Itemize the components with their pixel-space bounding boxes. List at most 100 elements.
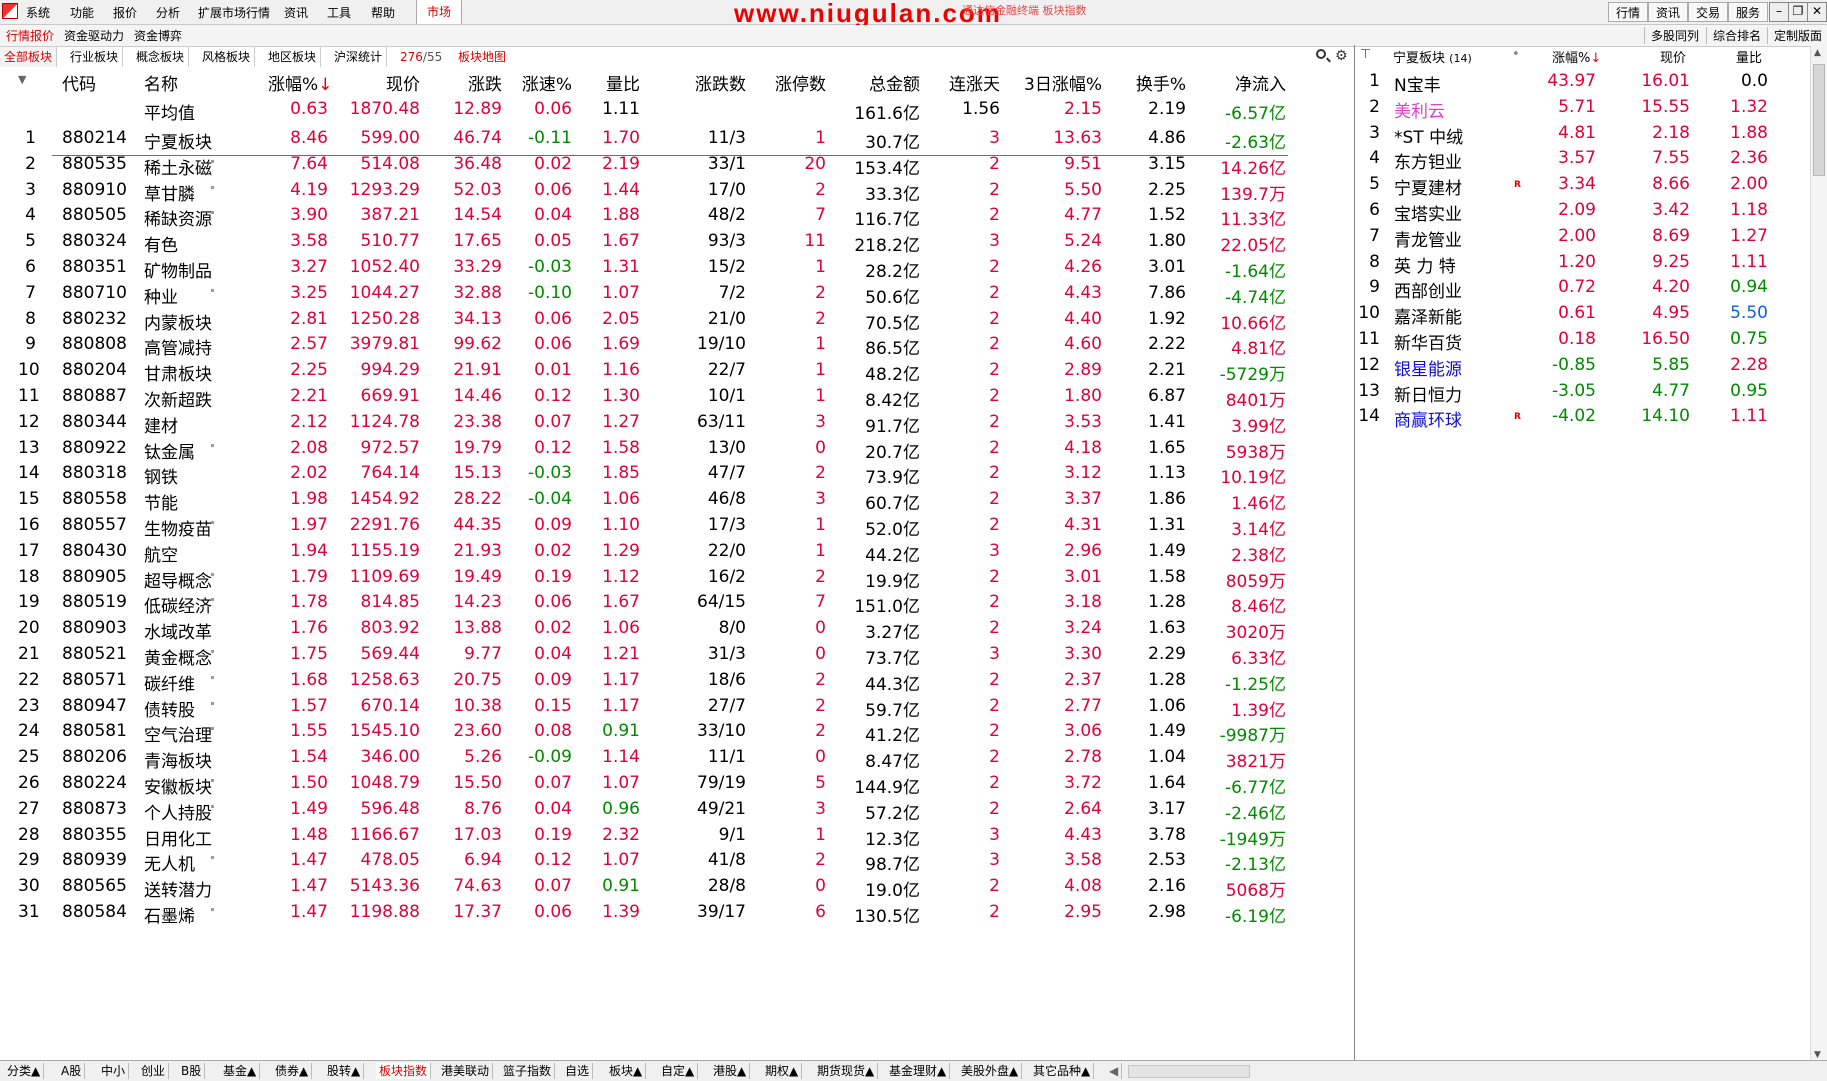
pin-icon[interactable]: ⊤ [1360,47,1371,62]
three-day-change: 5.24 [1064,231,1102,252]
limit-up-count: 2 [815,669,826,690]
header-change-pct[interactable]: 涨幅%↓ [268,70,332,95]
news-button[interactable]: 资讯 [1648,2,1688,22]
total-amount: 60.7亿 [865,494,920,515]
turnover: 3.78 [1148,824,1186,845]
quote-button[interactable]: 行情 [1608,2,1648,22]
bottom-tab[interactable]: 股转▲ [324,1063,365,1079]
header-name[interactable]: 名称 [144,70,178,95]
bottom-tab[interactable]: 篮子指数 [500,1063,556,1079]
tab-concept-sectors[interactable]: 概念板块 [132,47,190,67]
average-amount: 161.6亿 [854,104,920,124]
menu-function[interactable]: 功能 [70,4,94,21]
tab-sector-map[interactable]: 板块地图 [454,47,510,67]
service-button[interactable]: 服务 [1728,2,1768,22]
panel-header-volume-ratio[interactable]: 量比 [1736,47,1762,66]
header-code[interactable]: 代码 [62,70,96,95]
panel-header-price[interactable]: 现价 [1660,47,1686,66]
sector-tabs-bar: 全部板块 行业板块 概念板块 风格板块 地区板块 沪深统计 276/55 板块地… [0,47,1355,67]
tabs-scroll-left-icon[interactable]: ◀ [1106,1063,1123,1079]
header-3day-change[interactable]: 3日涨幅% [1010,70,1102,95]
bottom-tab[interactable]: 港美联动 [438,1063,494,1079]
turnover: 1.28 [1148,592,1186,613]
composite-rank-button[interactable]: 综合排名 [1706,27,1761,44]
header-price[interactable]: 现价 [360,70,420,95]
multi-stock-button[interactable]: 多股同列 [1644,27,1699,44]
scroll-down-icon[interactable]: ▼ [1814,1050,1821,1060]
header-net-inflow[interactable]: 净流入 [1210,70,1286,95]
header-turnover[interactable]: 换手% [1120,70,1186,95]
menu-quote[interactable]: 报价 [113,4,137,21]
sector-name: 高管减持 [144,339,212,360]
constituent-change: 1.20 [1558,251,1596,272]
header-speed[interactable]: 涨速% [512,70,572,95]
change-amount: 13.88 [453,618,502,639]
consecutive-days: 2 [989,257,1000,277]
row-number: 9 [25,334,36,355]
tab-all-sectors[interactable]: 全部板块 [0,47,58,67]
change-speed: 0.02 [534,540,572,561]
bottom-tab[interactable]: 其它品种▲ [1030,1063,1095,1079]
bottom-tab[interactable]: B股 [178,1063,206,1079]
bottom-tab[interactable]: 创业 [138,1063,170,1079]
tab-style-sectors[interactable]: 风格板块 [198,47,256,67]
minimize-icon[interactable]: – [1769,2,1789,22]
bottom-tab[interactable]: A股 [58,1063,86,1079]
bottom-tab[interactable]: 债券▲ [272,1063,313,1079]
vertical-scrollbar[interactable]: ▲ ▼ [1810,46,1827,1064]
header-consecutive-days[interactable]: 连涨天 [930,70,1000,95]
constituent-row[interactable]: 14 商赢环球 -4.02 14.10 1.11 R [1354,406,1810,436]
bottom-tab[interactable]: 期权▲ [762,1063,803,1079]
menu-help[interactable]: 帮助 [371,4,395,21]
restore-icon[interactable]: ❐ [1788,2,1808,22]
tab-capital-driver[interactable]: 资金驱动力 [64,27,124,44]
bottom-tab[interactable]: 基金▲ [220,1063,261,1079]
sector-name: 债转股 [144,700,195,721]
header-amount[interactable]: 总金额 [850,70,920,95]
header-up-down-count[interactable]: 涨跌数 [680,70,746,95]
market-tab[interactable]: 市场 [416,0,462,24]
column-menu-icon[interactable]: ▼ [18,73,26,86]
custom-layout-button[interactable]: 定制版面 [1767,27,1822,44]
scrollbar-thumb[interactable] [1813,64,1825,176]
gear-icon[interactable]: ⚙ [1335,48,1348,64]
panel-header-change[interactable]: 涨幅%↓ [1552,47,1601,66]
menu-news[interactable]: 资讯 [284,4,308,21]
bottom-tab[interactable]: 美股外盘▲ [958,1063,1023,1079]
bottom-tab[interactable]: 板块指数 [376,1063,432,1079]
horizontal-scrollbar[interactable] [1128,1065,1250,1078]
bottom-tab[interactable]: 分类▲ [4,1063,45,1079]
menu-extended-market[interactable]: 扩展市场行情 [198,4,270,21]
average-turnover: 2.19 [1148,99,1186,119]
bottom-tab[interactable]: 自选 [562,1063,594,1079]
row-marker-icon [211,572,214,576]
bottom-tabs-bar: 分类▲ A股 中小 创业 B股 基金▲ 债券▲ 股转▲ 板块指数 港美联动 篮子指数 自选 板块▲ 自定▲… [0,1060,1827,1081]
menu-analysis[interactable]: 分析 [156,4,180,21]
change-pct: 1.79 [290,566,328,587]
scroll-up-icon[interactable]: ▲ [1814,48,1821,58]
tab-quotes[interactable]: 行情报价 [6,27,54,44]
menu-system[interactable]: 系统 [26,4,50,21]
menu-tools[interactable]: 工具 [327,4,351,21]
tab-market-stats[interactable]: 沪深统计 [330,47,388,67]
header-volume-ratio[interactable]: 量比 [600,70,640,95]
close-icon[interactable]: ✕ [1807,2,1827,22]
search-icon[interactable] [1316,49,1326,59]
price: 803.92 [360,618,420,639]
app-logo-icon [2,3,18,19]
total-amount: 52.0亿 [865,520,920,540]
tab-capital-game[interactable]: 资金博弈 [134,27,182,44]
bottom-tab[interactable]: 港股▲ [710,1063,751,1079]
trade-button[interactable]: 交易 [1688,2,1728,22]
header-limit-up-count[interactable]: 涨停数 [760,70,826,95]
bottom-tab[interactable]: 中小 [98,1063,130,1079]
bottom-tab[interactable]: 自定▲ [658,1063,699,1079]
tab-region-sectors[interactable]: 地区板块 [264,47,322,67]
total-amount: 50.6亿 [865,287,920,308]
bottom-tab[interactable]: 板块▲ [606,1063,647,1079]
bottom-tab[interactable]: 期货现货▲ [814,1063,879,1079]
header-diff[interactable]: 涨跌 [462,70,502,95]
constituent-name: 新华百货 [1394,334,1462,354]
tab-industry-sectors[interactable]: 行业板块 [66,47,124,67]
bottom-tab[interactable]: 基金理财▲ [886,1063,951,1079]
